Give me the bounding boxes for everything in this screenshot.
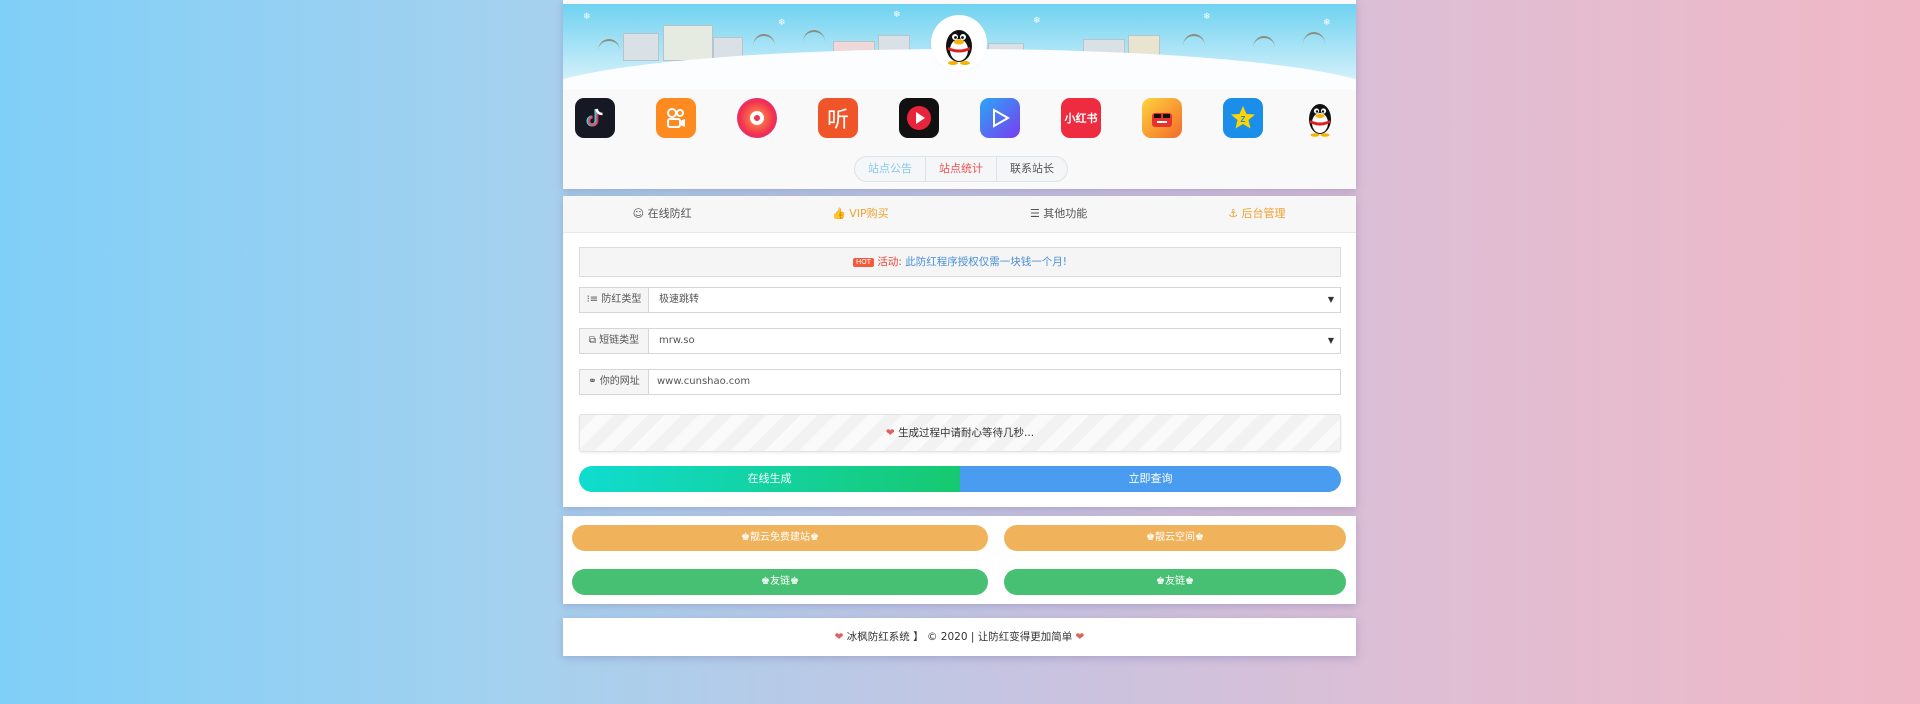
- cartoon-face-icon[interactable]: [1142, 98, 1182, 138]
- nav-vip-purchase[interactable]: 👍 VIP购买: [761, 196, 959, 232]
- video-play-icon[interactable]: [899, 98, 939, 138]
- douyin-icon[interactable]: [575, 98, 615, 138]
- qq-penguin-avatar: [934, 18, 984, 68]
- svg-text:Z: Z: [1241, 115, 1246, 124]
- copy-icon: ⧉: [588, 335, 600, 346]
- query-button[interactable]: 立即查询: [960, 466, 1341, 492]
- short-link-type-select[interactable]: ⧉ 短链类型 mrw.so ▼: [579, 328, 1341, 354]
- notice-text: 此防红程序授权仅需一块钱一个月!: [905, 256, 1067, 268]
- weishi-icon[interactable]: [737, 98, 777, 138]
- qq-penguin-icon: [946, 30, 972, 65]
- function-nav: ☺ 在线防红 👍 VIP购买 ☰ 其他功能 ⚓ 后台管理: [563, 196, 1356, 233]
- ting-icon[interactable]: 听: [818, 98, 858, 138]
- tencent-video-icon[interactable]: [980, 98, 1020, 138]
- smile-icon: ☺: [632, 207, 648, 220]
- wait-text: 生成过程中请耐心等待几秒...: [898, 427, 1035, 439]
- url-input[interactable]: www.cunshao.com: [649, 370, 1340, 394]
- footer-text: 冰枫防红系统 】 © 2020 | 让防红变得更加简单: [846, 631, 1073, 643]
- nav-online-fanghong[interactable]: ☺ 在线防红: [563, 196, 761, 232]
- qq-icon[interactable]: [1300, 98, 1340, 138]
- footer: ❤ 冰枫防红系统 】 © 2020 | 让防红变得更加简单 ❤: [563, 618, 1356, 656]
- heart-icon: ❤: [834, 631, 847, 643]
- progress-waiting-bar: ❤ 生成过程中请耐心等待几秒...: [579, 414, 1341, 452]
- nav-other-functions[interactable]: ☰ 其他功能: [960, 196, 1158, 232]
- hot-badge-icon: HOT: [852, 258, 875, 267]
- space-link-button[interactable]: ♚靓云空间♚: [1004, 525, 1346, 551]
- link-icon: ⚭: [588, 376, 600, 387]
- tab-contact[interactable]: 联系站长: [997, 157, 1067, 181]
- heart-icon: ❤: [1072, 631, 1085, 643]
- main-panel: ☺ 在线防红 👍 VIP购买 ☰ 其他功能 ⚓ 后台管理 HOT 活动: 此防红…: [563, 196, 1356, 507]
- friend-link-button-2[interactable]: ♚友链♚: [1004, 569, 1346, 595]
- generate-button[interactable]: 在线生成: [579, 466, 960, 492]
- app-icon-row: 听 小红书 Z: [575, 98, 1345, 142]
- list-ol-icon: ⁝≡: [586, 294, 602, 305]
- heart-icon: ❤: [885, 427, 899, 439]
- free-site-link-button[interactable]: ♚靓云免费建站♚: [572, 525, 988, 551]
- activity-notice: HOT 活动: 此防红程序授权仅需一块钱一个月!: [579, 247, 1341, 277]
- url-label: 你的网址: [599, 376, 640, 387]
- links-panel: ♚靓云免费建站♚ ♚靓云空间♚ ♚友链♚ ♚友链♚: [563, 516, 1356, 604]
- list-icon: ☰: [1029, 207, 1044, 220]
- caret-down-icon: ▼: [1327, 295, 1334, 304]
- caret-down-icon: ▼: [1327, 336, 1334, 345]
- fanghong-type-label: 防红类型: [601, 294, 642, 305]
- short-link-type-value: mrw.so: [659, 335, 695, 346]
- short-link-type-label: 短链类型: [599, 335, 640, 346]
- header-banner: ❄ ❄ ❄ ❄ ❄ ❄ 听 小红书 Z 站点公告 站点统计 联系站长: [563, 0, 1356, 189]
- friend-link-button-1[interactable]: ♚友链♚: [572, 569, 988, 595]
- qzone-star-icon[interactable]: Z: [1223, 98, 1263, 138]
- action-buttons: 在线生成 立即查询: [579, 466, 1341, 492]
- tab-statistics[interactable]: 站点统计: [926, 157, 997, 181]
- url-input-group: ⚭ 你的网址 www.cunshao.com: [579, 369, 1341, 395]
- site-tabs: 站点公告 站点统计 联系站长: [854, 156, 1068, 182]
- notice-prefix: 活动:: [877, 256, 902, 268]
- nav-admin[interactable]: ⚓ 后台管理: [1158, 196, 1356, 232]
- anchor-icon: ⚓: [1228, 207, 1242, 220]
- fanghong-type-value: 极速跳转: [659, 294, 699, 305]
- kuaishou-icon[interactable]: [656, 98, 696, 138]
- xiaohongshu-icon[interactable]: 小红书: [1061, 98, 1101, 138]
- thumbs-up-icon: 👍: [832, 207, 850, 220]
- fanghong-type-select[interactable]: ⁝≡ 防红类型 极速跳转 ▼: [579, 287, 1341, 313]
- tab-announcement[interactable]: 站点公告: [855, 157, 926, 181]
